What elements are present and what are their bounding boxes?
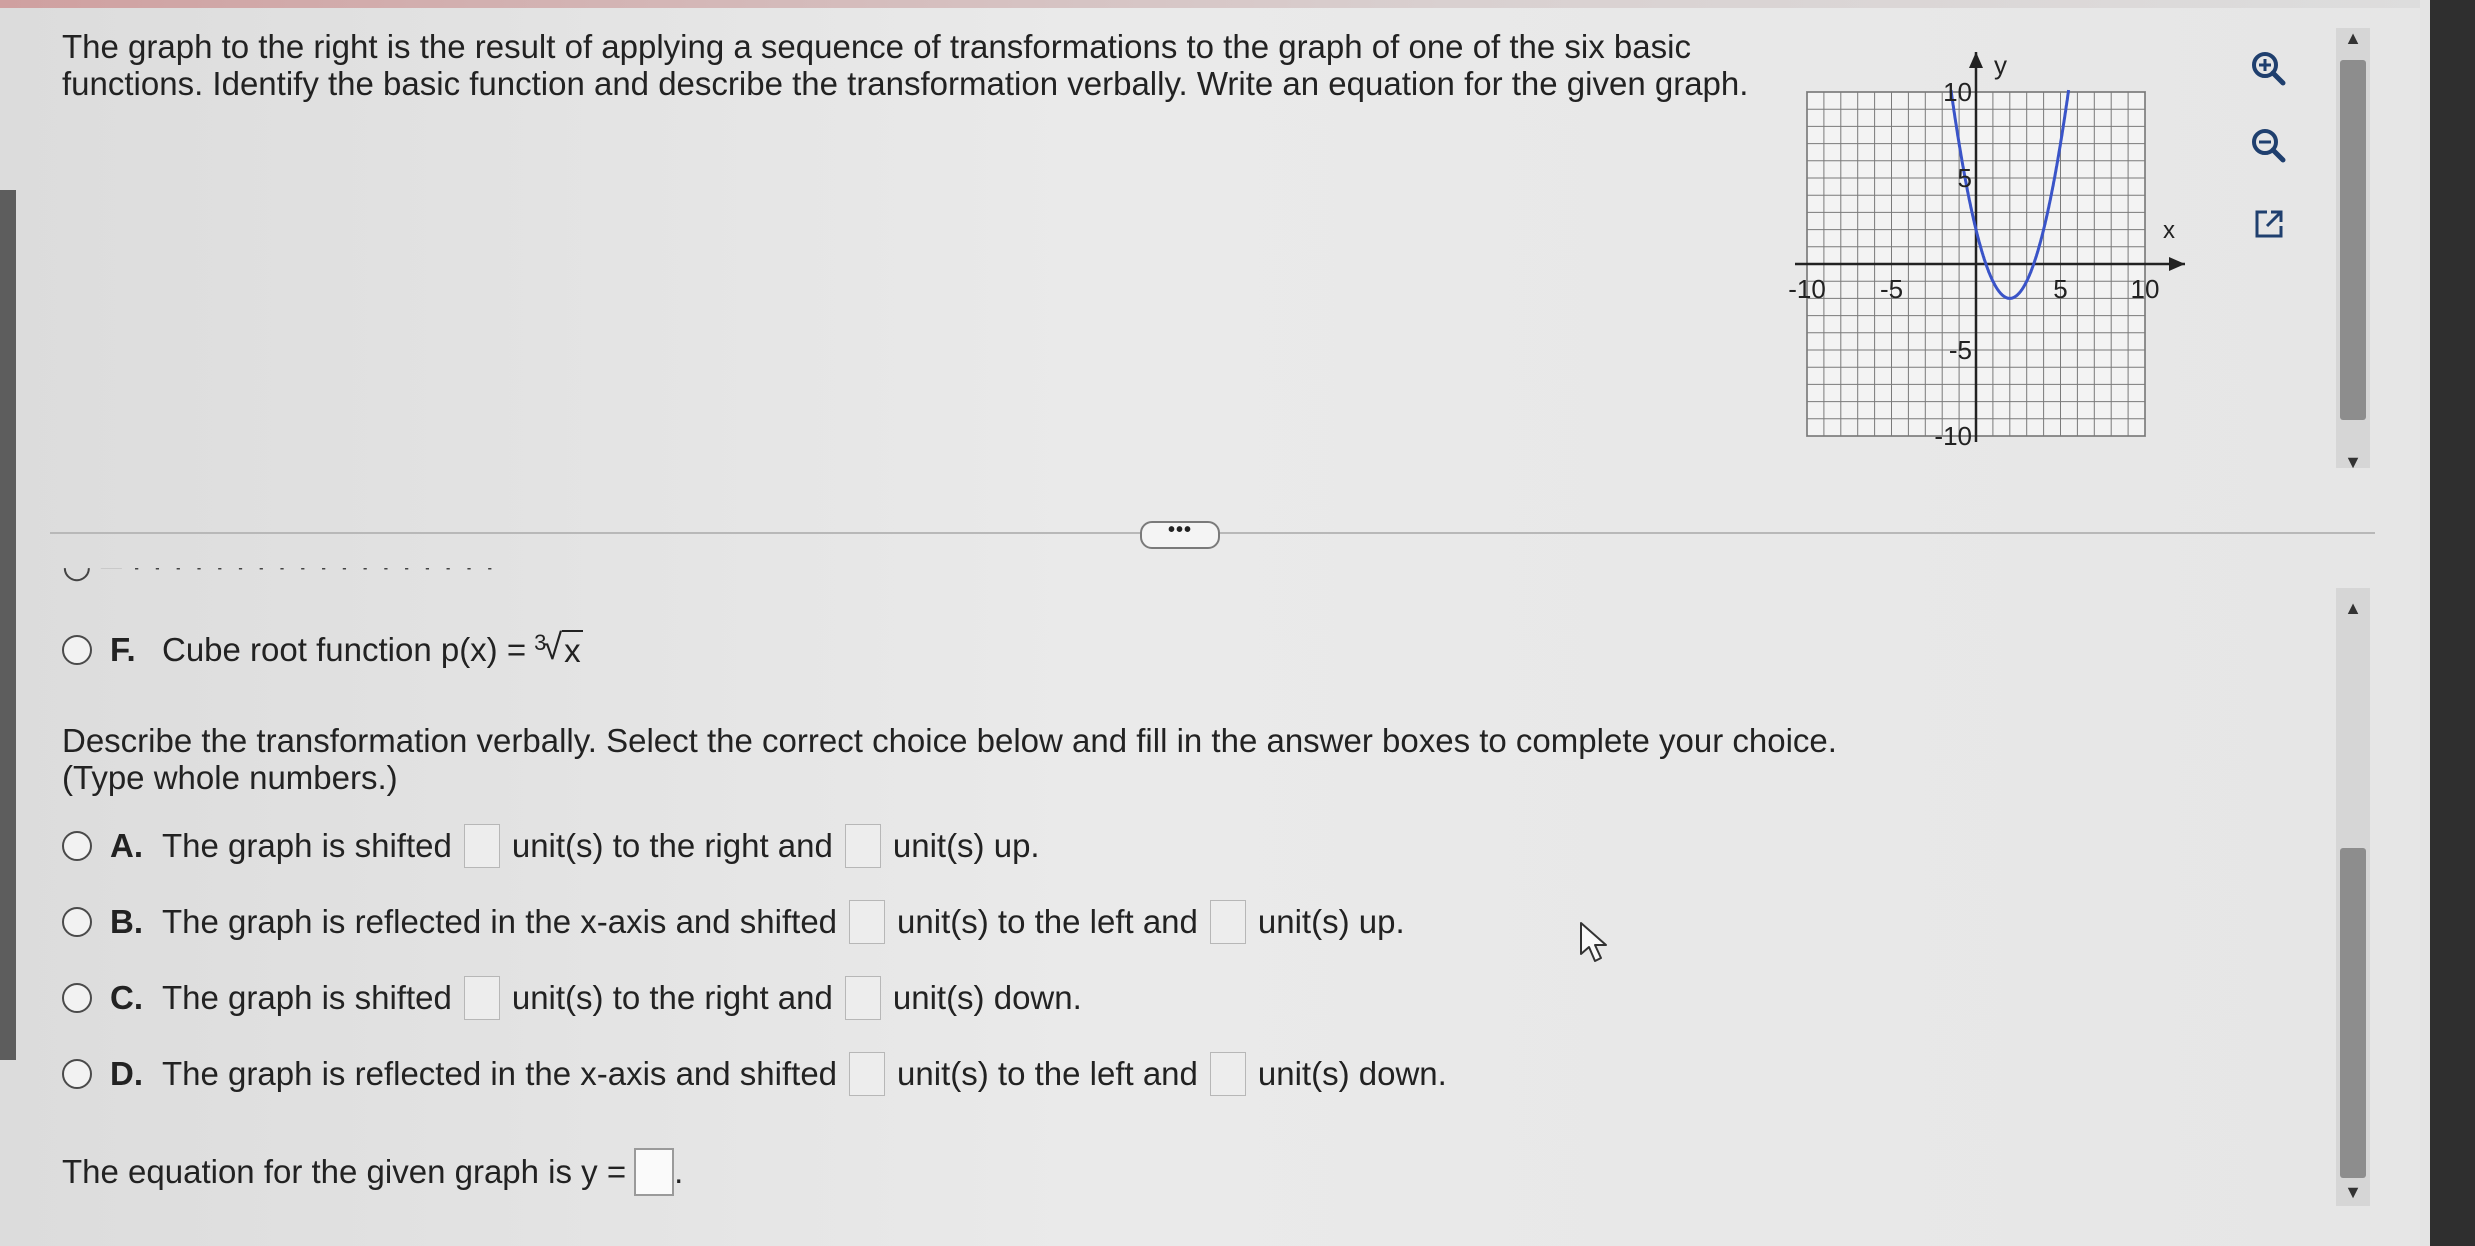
external-link-icon — [2255, 210, 2283, 238]
choice-a[interactable]: A. The graph is shifted unit(s) to the r… — [62, 824, 1040, 868]
question-text: The graph to the right is the result of … — [62, 28, 1749, 102]
zoom-in-button[interactable] — [2240, 40, 2298, 98]
choice-c-input-1[interactable] — [463, 976, 500, 1020]
choice-b[interactable]: B. The graph is reflected in the x-axis … — [62, 900, 1405, 944]
top-scroll-thumb[interactable] — [2340, 60, 2366, 420]
expand-button[interactable]: ••• — [1140, 520, 1220, 549]
choice-a-text-1: The graph is shifted — [162, 827, 452, 864]
function-graph: -10 -5 5 10 10 5 -5 -10 x y — [1775, 38, 2205, 458]
y-tick-label: 10 — [1943, 77, 1972, 107]
instructions: Describe the transformation verbally. Se… — [62, 722, 1962, 796]
radical-sign: √ — [542, 626, 563, 667]
cut-off-option: ◡ ━ · · · · · · · · · · · · · · · · · · — [62, 568, 662, 588]
x-tick-label: -5 — [1880, 274, 1903, 304]
choice-d-input-2[interactable] — [1209, 1052, 1246, 1096]
scroll-up-arrow[interactable]: ▲ — [2343, 28, 2363, 48]
choice-a-letter: A. — [110, 827, 143, 864]
choice-c-text-2: unit(s) to the right and — [511, 979, 833, 1016]
option-f[interactable]: F. Cube root function p(x) = 3 √ x — [62, 628, 583, 672]
y-tick-label: 5 — [1958, 163, 1972, 193]
choice-b-text-1: The graph is reflected in the x-axis and… — [162, 903, 838, 940]
instructions-line2: (Type whole numbers.) — [62, 759, 398, 796]
left-rail — [0, 190, 16, 1060]
graph-svg: -10 -5 5 10 10 5 -5 -10 x y — [1788, 50, 2185, 451]
mouse-cursor-icon — [1580, 922, 1607, 962]
y-axis-arrow — [1969, 52, 1983, 68]
screen-edge — [2430, 0, 2475, 1246]
choice-b-text-3: unit(s) up. — [1257, 903, 1405, 940]
choice-a-input-1[interactable] — [463, 824, 500, 868]
choice-a-input-2[interactable] — [844, 824, 881, 868]
choice-c-text-3: unit(s) down. — [892, 979, 1082, 1016]
choice-b-input-1[interactable] — [849, 900, 886, 944]
choice-d-input-1[interactable] — [849, 1052, 886, 1096]
option-f-label: Cube root function p(x) = — [162, 631, 527, 668]
x-axis-arrow — [2169, 257, 2185, 271]
choice-d-text-2: unit(s) to the left and — [897, 1055, 1198, 1092]
bottom-scroll-down-arrow[interactable]: ▼ — [2343, 1182, 2363, 1202]
choice-d[interactable]: D. The graph is reflected in the x-axis … — [62, 1052, 1447, 1096]
radicand: x — [562, 630, 583, 669]
popout-button[interactable] — [2240, 195, 2298, 253]
x-tick-label: 5 — [2053, 274, 2067, 304]
choice-c-letter: C. — [110, 979, 143, 1016]
choice-d-letter: D. — [110, 1055, 143, 1092]
y-tick-label: -10 — [1934, 421, 1972, 451]
choice-d-text-1: The graph is reflected in the x-axis and… — [162, 1055, 838, 1092]
choice-c-input-2[interactable] — [844, 976, 881, 1020]
choice-c-text-1: The graph is shifted — [162, 979, 452, 1016]
bottom-scroll-up-arrow[interactable]: ▲ — [2343, 598, 2363, 618]
equation-suffix: . — [674, 1153, 684, 1190]
zoom-out-icon — [2252, 129, 2286, 163]
option-f-letter: F. — [110, 631, 136, 668]
x-tick-label: 10 — [2131, 274, 2160, 304]
choice-b-letter: B. — [110, 903, 143, 940]
top-band — [0, 0, 2420, 8]
instructions-line1: Describe the transformation verbally. Se… — [62, 722, 1837, 759]
radio-d[interactable] — [62, 1059, 92, 1089]
cube-root-expression: 3 √ x — [534, 626, 583, 670]
y-axis-label: y — [1994, 50, 2007, 80]
radio-f[interactable] — [62, 635, 92, 665]
x-tick-label: -10 — [1788, 274, 1826, 304]
bottom-scroll-thumb[interactable] — [2340, 848, 2366, 1178]
choice-b-input-2[interactable] — [1209, 900, 1246, 944]
equation-prefix: The equation for the given graph is y = — [62, 1153, 627, 1190]
choice-d-text-3: unit(s) down. — [1257, 1055, 1447, 1092]
zoom-out-button[interactable] — [2240, 117, 2298, 175]
y-tick-label: -5 — [1949, 335, 1972, 365]
choice-a-text-3: unit(s) up. — [892, 827, 1040, 864]
choice-a-text-2: unit(s) to the right and — [511, 827, 833, 864]
cut-off-glyphs: ◡ ━ · · · · · · · · · · · · · · · · · · — [62, 568, 495, 585]
equation-row: The equation for the given graph is y = … — [62, 1148, 683, 1196]
x-axis-label: x — [2163, 217, 2175, 244]
choice-c[interactable]: C. The graph is shifted unit(s) to the r… — [62, 976, 1082, 1020]
choice-b-text-2: unit(s) to the left and — [897, 903, 1198, 940]
radio-a[interactable] — [62, 831, 92, 861]
radio-c[interactable] — [62, 983, 92, 1013]
radio-b[interactable] — [62, 907, 92, 937]
equation-input[interactable] — [634, 1148, 675, 1196]
scroll-down-arrow[interactable]: ▼ — [2343, 452, 2363, 472]
zoom-in-icon — [2252, 52, 2286, 86]
